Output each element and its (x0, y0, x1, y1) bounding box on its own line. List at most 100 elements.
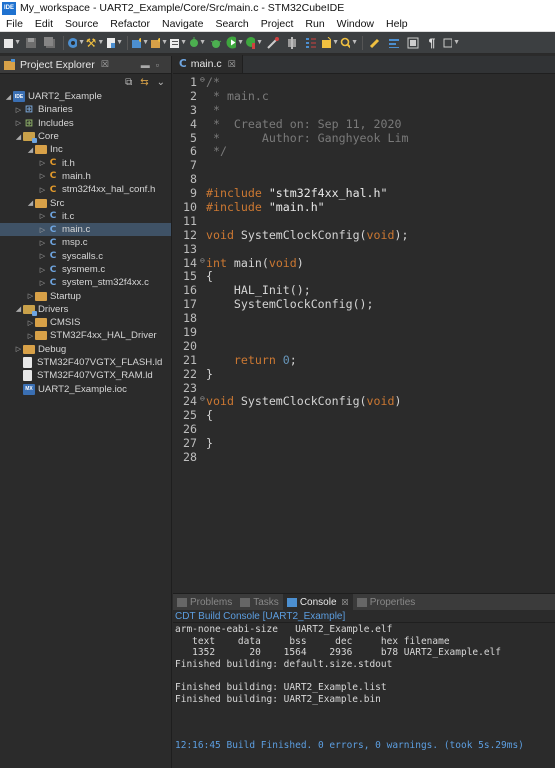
save-all-icon[interactable] (41, 34, 59, 52)
tree-item[interactable]: ▷ Csystem_stm32f4xx.c (0, 276, 171, 289)
collapsed-arrow-icon[interactable]: ▷ (26, 319, 35, 327)
collapsed-arrow-icon[interactable]: ▷ (38, 186, 47, 194)
editor-tab-main-c[interactable]: C main.c ☒ (173, 55, 243, 73)
open-task-icon[interactable] (302, 34, 320, 52)
close-icon[interactable]: ☒ (228, 59, 236, 70)
tree-item[interactable]: ◢ IDE UART2_Example (0, 90, 171, 103)
collapsed-arrow-icon[interactable]: ▷ (38, 279, 47, 287)
tree-item[interactable]: ▷ ⊞ Binaries (0, 103, 171, 116)
menu-run[interactable]: Run (299, 18, 330, 30)
tree-item[interactable]: MX UART2_Example.ioc (0, 383, 171, 396)
code-line[interactable]: 15 { (173, 269, 555, 283)
tab-problems[interactable]: Problems (173, 594, 236, 610)
settings-icon[interactable]: ▼ (67, 34, 85, 52)
tab-console[interactable]: Console ☒ (282, 594, 353, 610)
menu-file[interactable]: File (0, 18, 29, 30)
open-type-icon[interactable]: ▼ (169, 34, 187, 52)
expanded-arrow-icon[interactable]: ◢ (26, 199, 35, 207)
external-tools-icon[interactable] (264, 34, 282, 52)
pilcrow-icon[interactable]: ¶ (423, 34, 441, 52)
tree-item[interactable]: ▷ Csyscalls.c (0, 250, 171, 263)
code-line[interactable]: 14 ⊖ int main(void) (173, 256, 555, 270)
code-line[interactable]: 13 (173, 242, 555, 256)
tree-item[interactable]: ▷ Cstm32f4xx_hal_conf.h (0, 183, 171, 196)
build-icon[interactable]: ⚒ ▼ (86, 34, 105, 52)
code-line[interactable]: 19 (173, 325, 555, 339)
code-line[interactable]: 27} (173, 436, 555, 450)
expanded-arrow-icon[interactable]: ◢ (4, 93, 13, 101)
tree-item[interactable]: ▷ Csysmem.c (0, 263, 171, 276)
collapse-all-icon[interactable]: ⧉ (125, 77, 132, 88)
code-line[interactable]: 5 * Author: Ganghyeok Lim (173, 131, 555, 145)
code-line[interactable]: 20 (173, 339, 555, 353)
code-line[interactable]: 4 * Created on: Sep 11, 2020 (173, 117, 555, 131)
code-line[interactable]: 10 #include "main.h" (173, 200, 555, 214)
new-class-icon[interactable]: ▼ (131, 34, 149, 52)
console-output[interactable]: arm-none-eabi-size UART2_Example.elf tex… (173, 623, 555, 752)
tree-item[interactable]: ◢ Inc (0, 143, 171, 156)
code-line[interactable]: 7 (173, 158, 555, 172)
new-project-icon[interactable]: ▼ (150, 34, 168, 52)
pin-icon[interactable] (283, 34, 301, 52)
tree-item[interactable]: ▷ Cit.c (0, 210, 171, 223)
save-icon[interactable] (22, 34, 40, 52)
code-line[interactable]: 11 (173, 214, 555, 228)
code-line[interactable]: 2 * main.c (173, 89, 555, 103)
show-whitespace-icon[interactable] (385, 34, 403, 52)
menu-refactor[interactable]: Refactor (104, 18, 156, 30)
collapsed-arrow-icon[interactable]: ▷ (38, 172, 47, 180)
close-icon[interactable]: ☒ (101, 59, 109, 70)
search-icon[interactable]: ▼ (340, 34, 358, 52)
code-line[interactable]: 24 ⊖ void SystemClockConfig(void) (173, 394, 555, 408)
run-icon[interactable]: ▼ (226, 34, 244, 52)
collapsed-arrow-icon[interactable]: ▷ (38, 226, 47, 234)
run-config-icon[interactable]: ▼ (245, 34, 263, 52)
code-line[interactable]: 28 (173, 450, 555, 464)
code-line[interactable]: 21 return 0; (173, 353, 555, 367)
code-line[interactable]: 8 (173, 172, 555, 186)
bug-icon[interactable] (207, 34, 225, 52)
collapsed-arrow-icon[interactable]: ▷ (26, 332, 35, 340)
link-editor-icon[interactable]: ⇆ (140, 77, 148, 88)
code-line[interactable]: 16 HAL_Init(); (173, 283, 555, 297)
minimize-maximize-icons[interactable]: ▬▫ (141, 60, 165, 70)
collapsed-arrow-icon[interactable]: ▷ (26, 292, 35, 300)
menu-project[interactable]: Project (255, 18, 300, 30)
code-line[interactable]: 1 ⊖/* (173, 75, 555, 89)
new-icon[interactable]: ▼ (3, 34, 21, 52)
tree-item[interactable]: ▷ CMSIS (0, 316, 171, 329)
tree-item[interactable]: ▷ Startup (0, 289, 171, 302)
tree-item[interactable]: ▷ Debug (0, 343, 171, 356)
tree-item[interactable]: ◢ Drivers (0, 303, 171, 316)
tree-item[interactable]: ▷ ⊞ Includes (0, 117, 171, 130)
expanded-arrow-icon[interactable]: ◢ (26, 146, 35, 154)
code-line[interactable]: 26 (173, 422, 555, 436)
code-line[interactable]: 3 * (173, 103, 555, 117)
code-line[interactable]: 9 #include "stm32f4xx_hal.h" (173, 186, 555, 200)
toggle-block-icon[interactable] (404, 34, 422, 52)
collapsed-arrow-icon[interactable]: ▷ (38, 159, 47, 167)
collapsed-arrow-icon[interactable]: ▷ (14, 345, 23, 353)
close-icon[interactable]: ☒ (342, 598, 349, 607)
tree-item[interactable]: ▷ Cmsp.c (0, 236, 171, 249)
view-menu-icon[interactable]: ⌄ (157, 77, 165, 88)
tree-item[interactable]: ▷ Cit.h (0, 156, 171, 169)
menu-edit[interactable]: Edit (29, 18, 59, 30)
menu-search[interactable]: Search (209, 18, 254, 30)
new-file-icon[interactable]: ▼ (105, 34, 123, 52)
code-line[interactable]: 12 void SystemClockConfig(void); (173, 228, 555, 242)
back-icon[interactable]: ▼ (442, 34, 460, 52)
collapsed-arrow-icon[interactable]: ▷ (38, 239, 47, 247)
menu-source[interactable]: Source (59, 18, 104, 30)
collapsed-arrow-icon[interactable]: ▷ (38, 266, 47, 274)
debug-icon[interactable]: ▼ (188, 34, 206, 52)
tab-tasks[interactable]: Tasks (236, 594, 283, 610)
collapsed-arrow-icon[interactable]: ▷ (38, 252, 47, 260)
tree-item[interactable]: ◢ Core (0, 130, 171, 144)
code-area[interactable]: 1 ⊖/* 2 * main.c 3 * 4 * Created on: Sep 11,… (173, 75, 555, 464)
highlight-icon[interactable] (366, 34, 384, 52)
collapsed-arrow-icon[interactable]: ▷ (38, 212, 47, 220)
collapsed-arrow-icon[interactable]: ▷ (14, 119, 23, 127)
tab-properties[interactable]: Properties (353, 594, 420, 610)
expanded-arrow-icon[interactable]: ◢ (14, 305, 23, 313)
